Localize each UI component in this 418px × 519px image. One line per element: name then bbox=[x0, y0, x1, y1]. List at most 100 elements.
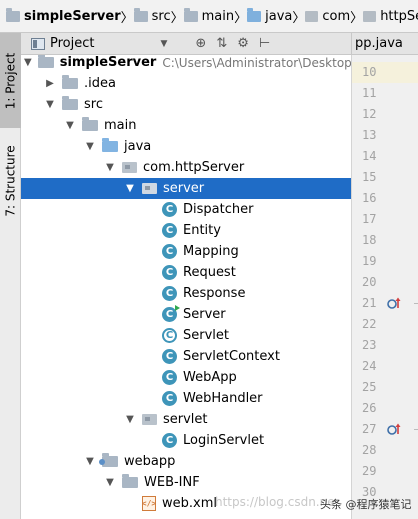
chevron-right-icon[interactable]: ▶ bbox=[44, 78, 56, 89]
project-path: C:\Users\Administrator\Desktop\eb bbox=[162, 55, 351, 70]
chevron-down-icon[interactable]: ▼ bbox=[84, 141, 96, 152]
line-number: 19 bbox=[362, 254, 377, 268]
tree-item-label: WebHandler bbox=[183, 391, 263, 406]
tree-item-com-httpserver[interactable]: ▼ com.httpServer bbox=[21, 157, 351, 178]
tree-item-label: server bbox=[163, 181, 205, 196]
java-class-icon: C bbox=[162, 286, 177, 301]
tree-item-idea[interactable]: ▶ .idea bbox=[21, 73, 351, 94]
line-number: 26 bbox=[362, 401, 377, 415]
tree-item-src[interactable]: ▼ src bbox=[21, 94, 351, 115]
override-method-icon[interactable] bbox=[387, 296, 401, 310]
run-marker-icon bbox=[175, 305, 180, 311]
breadcrumb-item[interactable]: httpServer bbox=[363, 0, 418, 32]
line-number: 28 bbox=[362, 443, 377, 457]
structure-tool-tab[interactable]: 7: Structure bbox=[0, 133, 21, 228]
breadcrumb-label: com bbox=[322, 8, 351, 24]
scroll-from-source-icon[interactable]: ⊕ bbox=[195, 36, 206, 51]
chevron-down-icon[interactable]: ▼ bbox=[124, 183, 136, 194]
tree-item-label: com.httpServer bbox=[143, 160, 245, 175]
breadcrumb-item[interactable]: com bbox=[305, 0, 351, 32]
tree-item-server[interactable]: ▼ server bbox=[21, 178, 351, 199]
java-class-icon: C bbox=[162, 370, 177, 385]
tree-item-server[interactable]: C Server bbox=[21, 304, 351, 325]
chevron-down-icon[interactable]: ▼ bbox=[84, 456, 96, 467]
tree-item-label: WebApp bbox=[183, 370, 237, 385]
java-class-icon: C bbox=[162, 433, 177, 448]
tree-item-servlet[interactable]: ▼ servlet bbox=[21, 409, 351, 430]
breadcrumb-item[interactable]: java bbox=[247, 0, 292, 32]
breadcrumb-label: main bbox=[201, 8, 235, 24]
watermark: https://blog.csdn.ne bbox=[215, 495, 335, 509]
tree-item-request[interactable]: C Request bbox=[21, 262, 351, 283]
line-number: 24 bbox=[362, 359, 377, 373]
fold-marker-icon[interactable] bbox=[414, 429, 418, 430]
tree-item-loginservlet[interactable]: C LoginServlet bbox=[21, 430, 351, 451]
tree-item-servletcontext[interactable]: C ServletContext bbox=[21, 346, 351, 367]
tree-item-label: Response bbox=[183, 286, 246, 301]
java-class-icon: C bbox=[162, 349, 177, 364]
tree-item-response[interactable]: C Response bbox=[21, 283, 351, 304]
web-folder-icon bbox=[99, 453, 118, 467]
tree-item-label: webapp bbox=[124, 454, 176, 469]
tree-item-label: servlet bbox=[163, 412, 208, 427]
gear-icon[interactable]: ⚙ bbox=[237, 36, 249, 51]
tree-item-label: main bbox=[104, 118, 137, 133]
tree-item-main[interactable]: ▼ main bbox=[21, 115, 351, 136]
view-selector-chevron-down-icon[interactable]: ▼ bbox=[160, 39, 167, 49]
project-tool-tab[interactable]: 1: Project bbox=[0, 33, 21, 128]
tree-item-label: Servlet bbox=[183, 328, 229, 343]
folder-icon bbox=[62, 96, 78, 110]
line-number: 16 bbox=[362, 191, 377, 205]
breadcrumb-item[interactable]: main bbox=[183, 0, 235, 32]
line-number: 20 bbox=[362, 275, 377, 289]
java-class-icon: C bbox=[162, 391, 177, 406]
folder-icon bbox=[183, 7, 198, 22]
panel-toolbar: ⊕ ⇅ ⚙ ⊢ bbox=[195, 36, 270, 51]
breadcrumb-item[interactable]: src bbox=[133, 0, 171, 32]
tree-item-webapp[interactable]: ▼ webapp bbox=[21, 451, 351, 472]
tree-item-label: ServletContext bbox=[183, 349, 280, 364]
tree-item-dispatcher[interactable]: C Dispatcher bbox=[21, 199, 351, 220]
tree-item-web-inf[interactable]: ▼ WEB-INF bbox=[21, 472, 351, 493]
breadcrumb-label: src bbox=[151, 8, 171, 24]
chevron-down-icon[interactable]: ▼ bbox=[104, 477, 116, 488]
line-number: 27 bbox=[362, 422, 377, 436]
line-number: 13 bbox=[362, 128, 377, 142]
chevron-down-icon[interactable]: ▼ bbox=[24, 57, 32, 68]
project-panel-title[interactable]: Project bbox=[50, 36, 94, 51]
java-class-icon: C bbox=[162, 202, 177, 217]
collapse-all-icon[interactable]: ⇅ bbox=[216, 36, 227, 51]
line-number: 15 bbox=[362, 170, 377, 184]
chevron-down-icon[interactable]: ▼ bbox=[104, 162, 116, 173]
package-icon bbox=[142, 183, 157, 194]
abstract-class-icon: C bbox=[162, 328, 177, 343]
tree-item-entity[interactable]: C Entity bbox=[21, 220, 351, 241]
folder-icon bbox=[37, 55, 54, 68]
tree-item-label: Mapping bbox=[183, 244, 239, 259]
tree-item-servlet[interactable]: C Servlet bbox=[21, 325, 351, 346]
chevron-down-icon[interactable]: ▼ bbox=[124, 414, 136, 425]
tree-item-label: LoginServlet bbox=[183, 433, 265, 448]
java-class-icon: C bbox=[162, 223, 177, 238]
structure-tool-tab-label: 7: Structure bbox=[3, 144, 18, 217]
xml-file-icon: </> bbox=[142, 496, 156, 511]
tree-item-webhandler[interactable]: C WebHandler bbox=[21, 388, 351, 409]
tree-item-webapp[interactable]: C WebApp bbox=[21, 367, 351, 388]
chevron-down-icon[interactable]: ▼ bbox=[44, 99, 56, 110]
line-number: 29 bbox=[362, 464, 377, 478]
java-class-icon: C bbox=[162, 265, 177, 280]
line-number: 18 bbox=[362, 233, 377, 247]
chevron-down-icon[interactable]: ▼ bbox=[64, 120, 76, 131]
line-number: 17 bbox=[362, 212, 377, 226]
tree-item-java[interactable]: ▼ java bbox=[21, 136, 351, 157]
source-folder-icon bbox=[247, 7, 262, 22]
fold-marker-icon[interactable] bbox=[414, 303, 418, 304]
line-number: 23 bbox=[362, 338, 377, 352]
breadcrumb-item[interactable]: simpleServer bbox=[6, 0, 121, 32]
tree-item-mapping[interactable]: C Mapping bbox=[21, 241, 351, 262]
tree-item-simpleserver[interactable]: ▼ simpleServer C:\Users\Administrator\Desk… bbox=[21, 55, 351, 73]
editor-tab[interactable]: pp.java bbox=[351, 33, 418, 55]
override-method-icon[interactable] bbox=[387, 422, 401, 436]
hide-panel-icon[interactable]: ⊢ bbox=[259, 36, 270, 51]
line-number: 25 bbox=[362, 380, 377, 394]
